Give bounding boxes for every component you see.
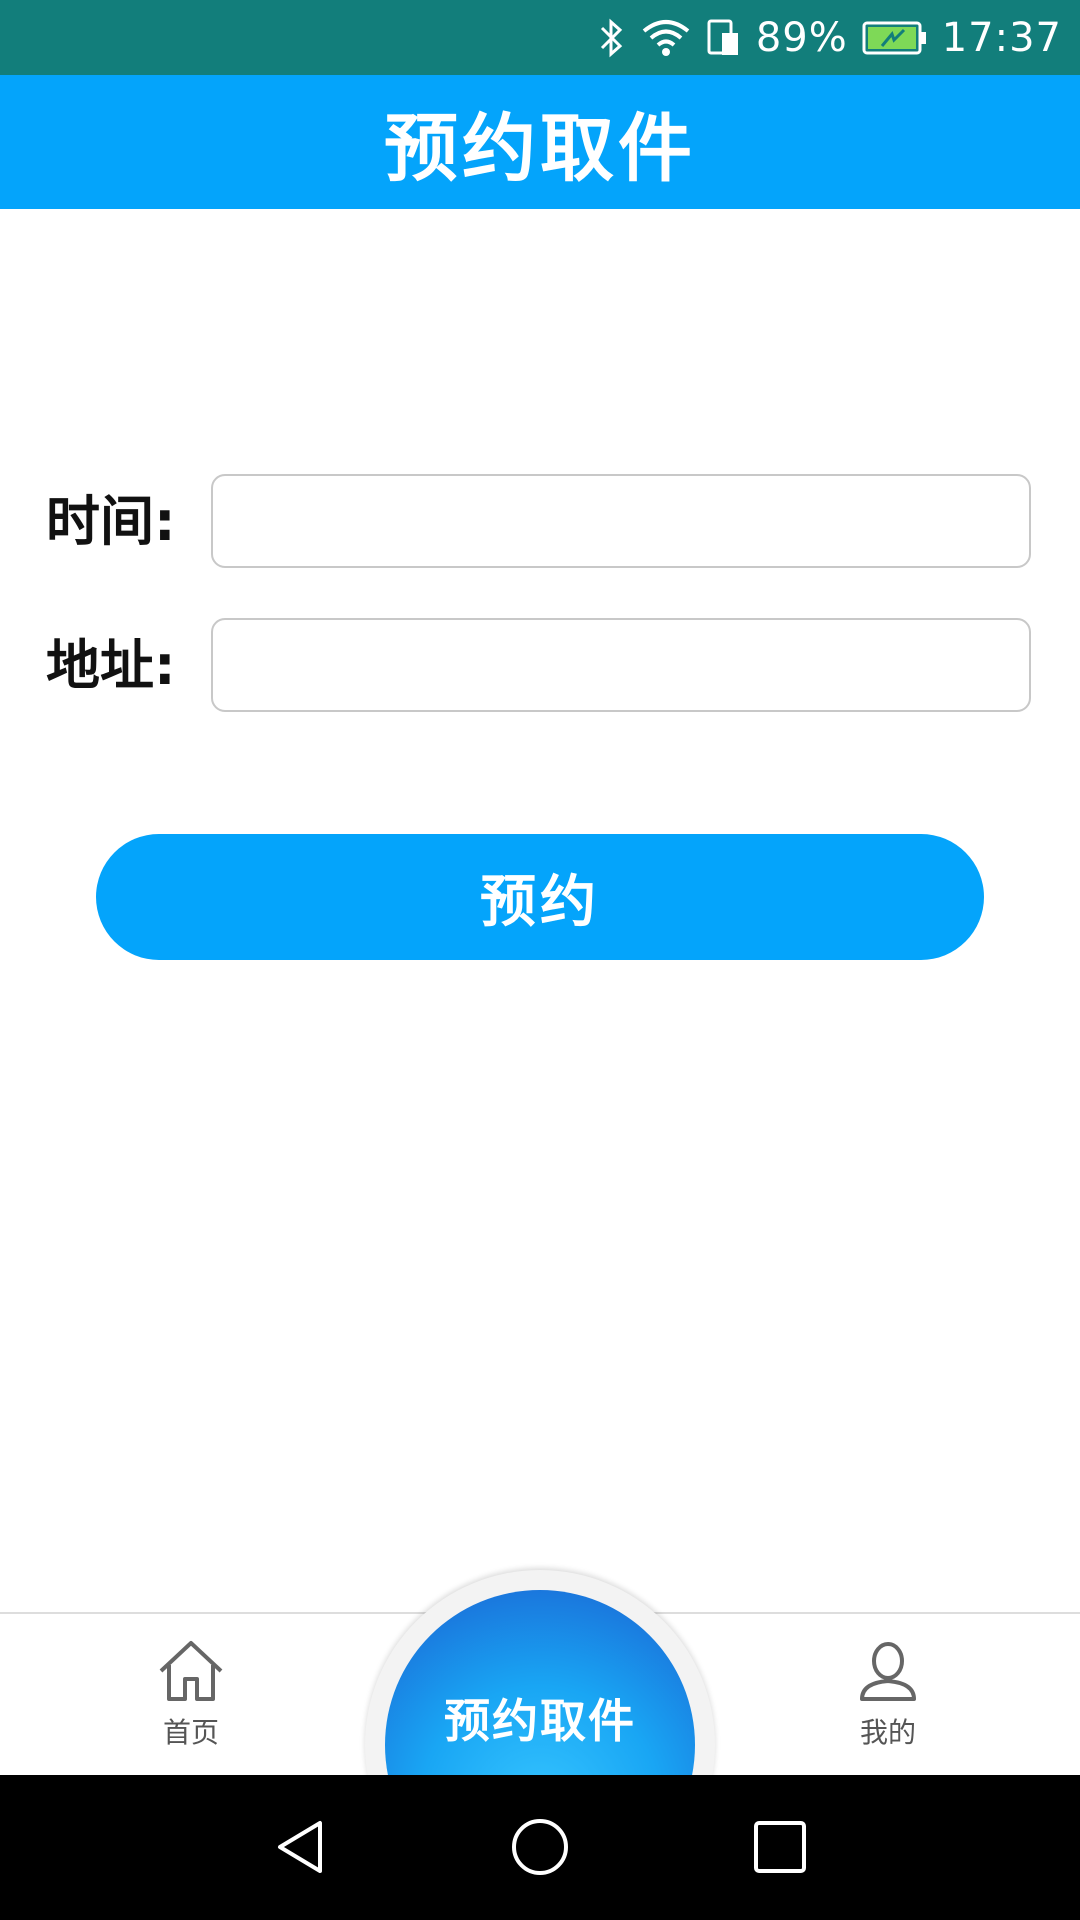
system-nav-bar <box>0 1775 1080 1920</box>
tab-mine-label: 我的 <box>859 1715 916 1749</box>
center-reserve-label: 预约取件 <box>444 1694 636 1748</box>
user-icon <box>856 1639 920 1707</box>
home-icon <box>155 1639 227 1707</box>
recent-apps-icon[interactable] <box>738 1805 822 1889</box>
sim-card-icon <box>706 17 742 59</box>
home-circle-icon[interactable] <box>498 1805 582 1889</box>
reserve-button[interactable]: 预约 <box>96 834 984 960</box>
app-header: 预约取件 <box>0 75 1080 209</box>
tab-home[interactable]: 首页 <box>91 1614 291 1775</box>
tab-mine[interactable]: 我的 <box>788 1614 988 1775</box>
time-row: 时间: <box>0 474 1080 570</box>
back-icon[interactable] <box>258 1805 342 1889</box>
time-input[interactable] <box>211 474 1031 568</box>
address-label: 地址: <box>46 634 176 697</box>
address-input[interactable] <box>211 618 1031 712</box>
battery-percent: 89% <box>755 14 848 61</box>
clock: 17:37 <box>941 14 1062 61</box>
address-row: 地址: <box>0 618 1080 714</box>
page-title: 预约取件 <box>384 105 696 192</box>
status-icons: 89% 17:37 <box>596 0 1062 75</box>
tab-home-label: 首页 <box>162 1715 219 1749</box>
wifi-icon <box>640 17 692 59</box>
time-label: 时间: <box>46 490 176 553</box>
battery-charging-icon <box>862 20 928 56</box>
status-bar: 89% 17:37 <box>0 0 1080 75</box>
bluetooth-icon <box>596 17 626 59</box>
